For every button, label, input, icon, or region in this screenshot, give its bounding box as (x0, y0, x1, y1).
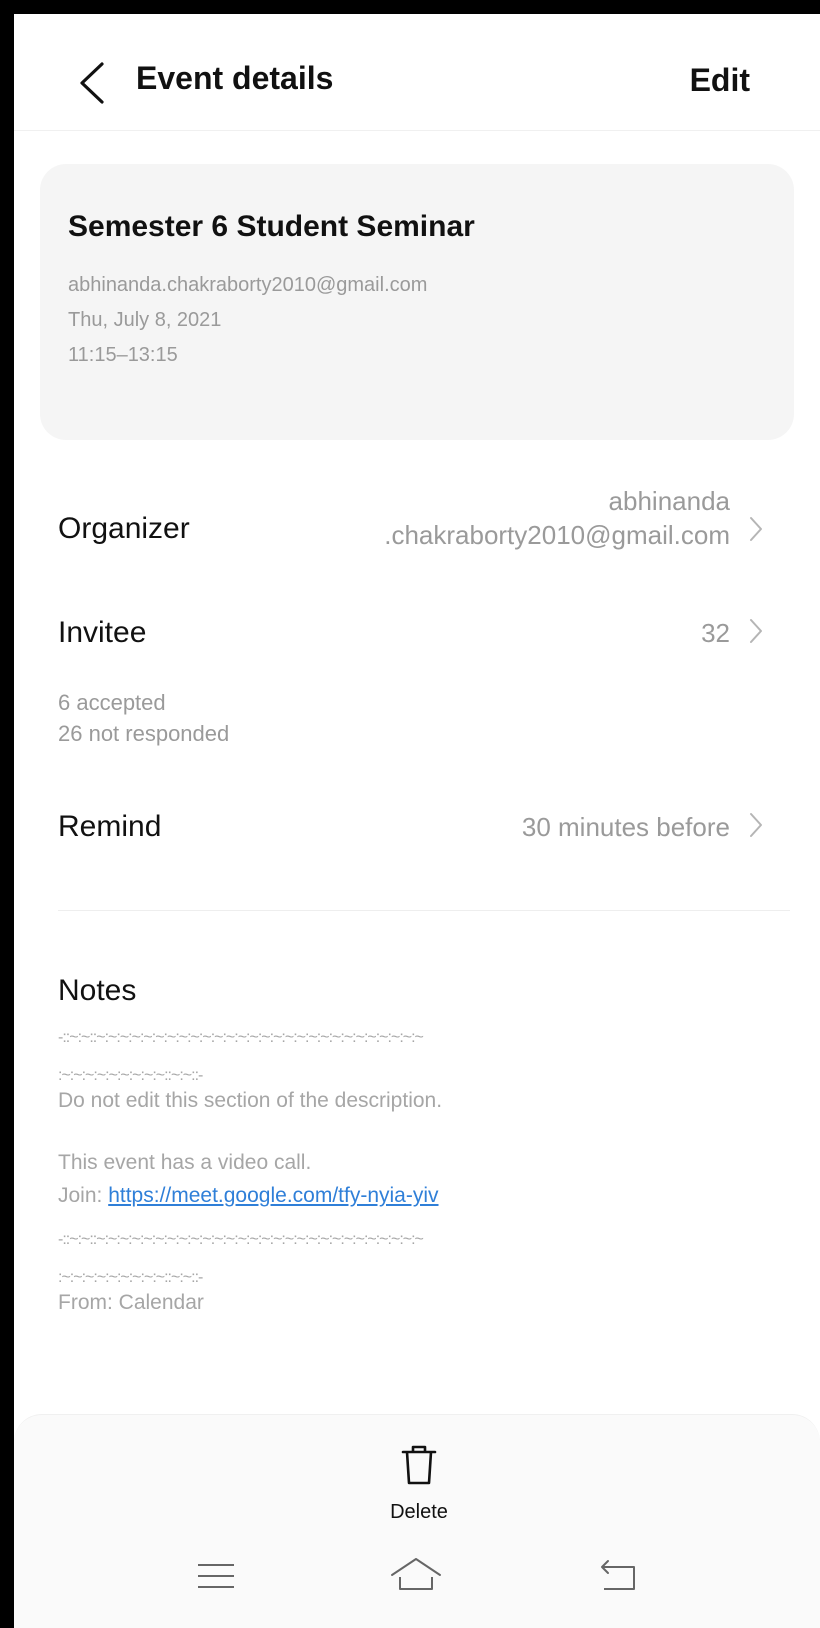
menu-icon[interactable] (186, 1551, 246, 1601)
notes-separator-bottom-2: :~:~:~:~:~:~:~:~:~::~:~::- (58, 1269, 203, 1286)
notes-title: Notes (58, 974, 137, 1007)
notes-join-prefix: Join: (58, 1184, 109, 1207)
chevron-right-icon (750, 517, 762, 541)
back-icon[interactable] (588, 1551, 648, 1601)
invitee-not-responded: 26 not responded (58, 721, 230, 746)
remind-value: 30 minutes before (521, 812, 730, 842)
invitee-accepted: 6 accepted (58, 690, 166, 715)
chevron-right-icon (750, 813, 762, 837)
bottom-action-bar: Delete (14, 1414, 820, 1628)
chevron-left-icon[interactable] (72, 58, 112, 108)
app-header: Event details Edit (14, 14, 820, 131)
chevron-right-icon (750, 619, 762, 643)
meet-link[interactable]: https://meet.google.com/tfy-nyia-yiv (108, 1184, 438, 1207)
organizer-row[interactable]: Organizer abhinanda .chakraborty2010@gma… (14, 484, 820, 574)
notes-join-line: Join: https://meet.google.com/tfy-nyia-y… (58, 1184, 439, 1208)
section-divider (58, 910, 790, 911)
event-time: 11:15–13:15 (68, 344, 178, 366)
remind-row[interactable]: Remind 30 minutes before (14, 798, 820, 858)
trash-icon (401, 1445, 437, 1485)
delete-label: Delete (390, 1501, 448, 1523)
event-date: Thu, July 8, 2021 (68, 309, 222, 331)
organizer-value-line2: .chakraborty2010@gmail.com (384, 520, 730, 550)
event-title: Semester 6 Student Seminar (68, 210, 475, 243)
notes-separator-bottom: :~:~:~:~:~:~:~:~:~::~:~::- (58, 1067, 203, 1084)
edit-button[interactable]: Edit (690, 62, 750, 99)
home-icon[interactable] (386, 1551, 446, 1601)
delete-button[interactable]: Delete (369, 1441, 469, 1531)
notes-separator-top-2: -::~:~::~:~:~:~:~:~:~:~:~:~:~:~:~:~:~:~:… (58, 1231, 424, 1248)
event-calendar-account: abhinanda.chakraborty2010@gmail.com (68, 274, 428, 296)
notes-video-call: This event has a video call. (58, 1151, 312, 1174)
event-summary-card: Semester 6 Student Seminar abhinanda.cha… (40, 164, 794, 440)
notes-warning: Do not edit this section of the descript… (58, 1089, 443, 1112)
organizer-label: Organizer (58, 512, 190, 545)
page-title: Event details (136, 60, 334, 96)
screen: Event details Edit Semester 6 Student Se… (14, 14, 820, 1628)
remind-label: Remind (58, 810, 162, 843)
invitee-label: Invitee (58, 616, 147, 649)
invitee-count: 32 (701, 618, 730, 648)
notes-from: From: Calendar (58, 1291, 204, 1314)
invitee-row[interactable]: Invitee 32 (14, 604, 820, 664)
organizer-value-line1: abhinanda (608, 486, 730, 516)
notes-separator-top: -::~:~::~:~:~:~:~:~:~:~:~:~:~:~:~:~:~:~:… (58, 1029, 424, 1046)
